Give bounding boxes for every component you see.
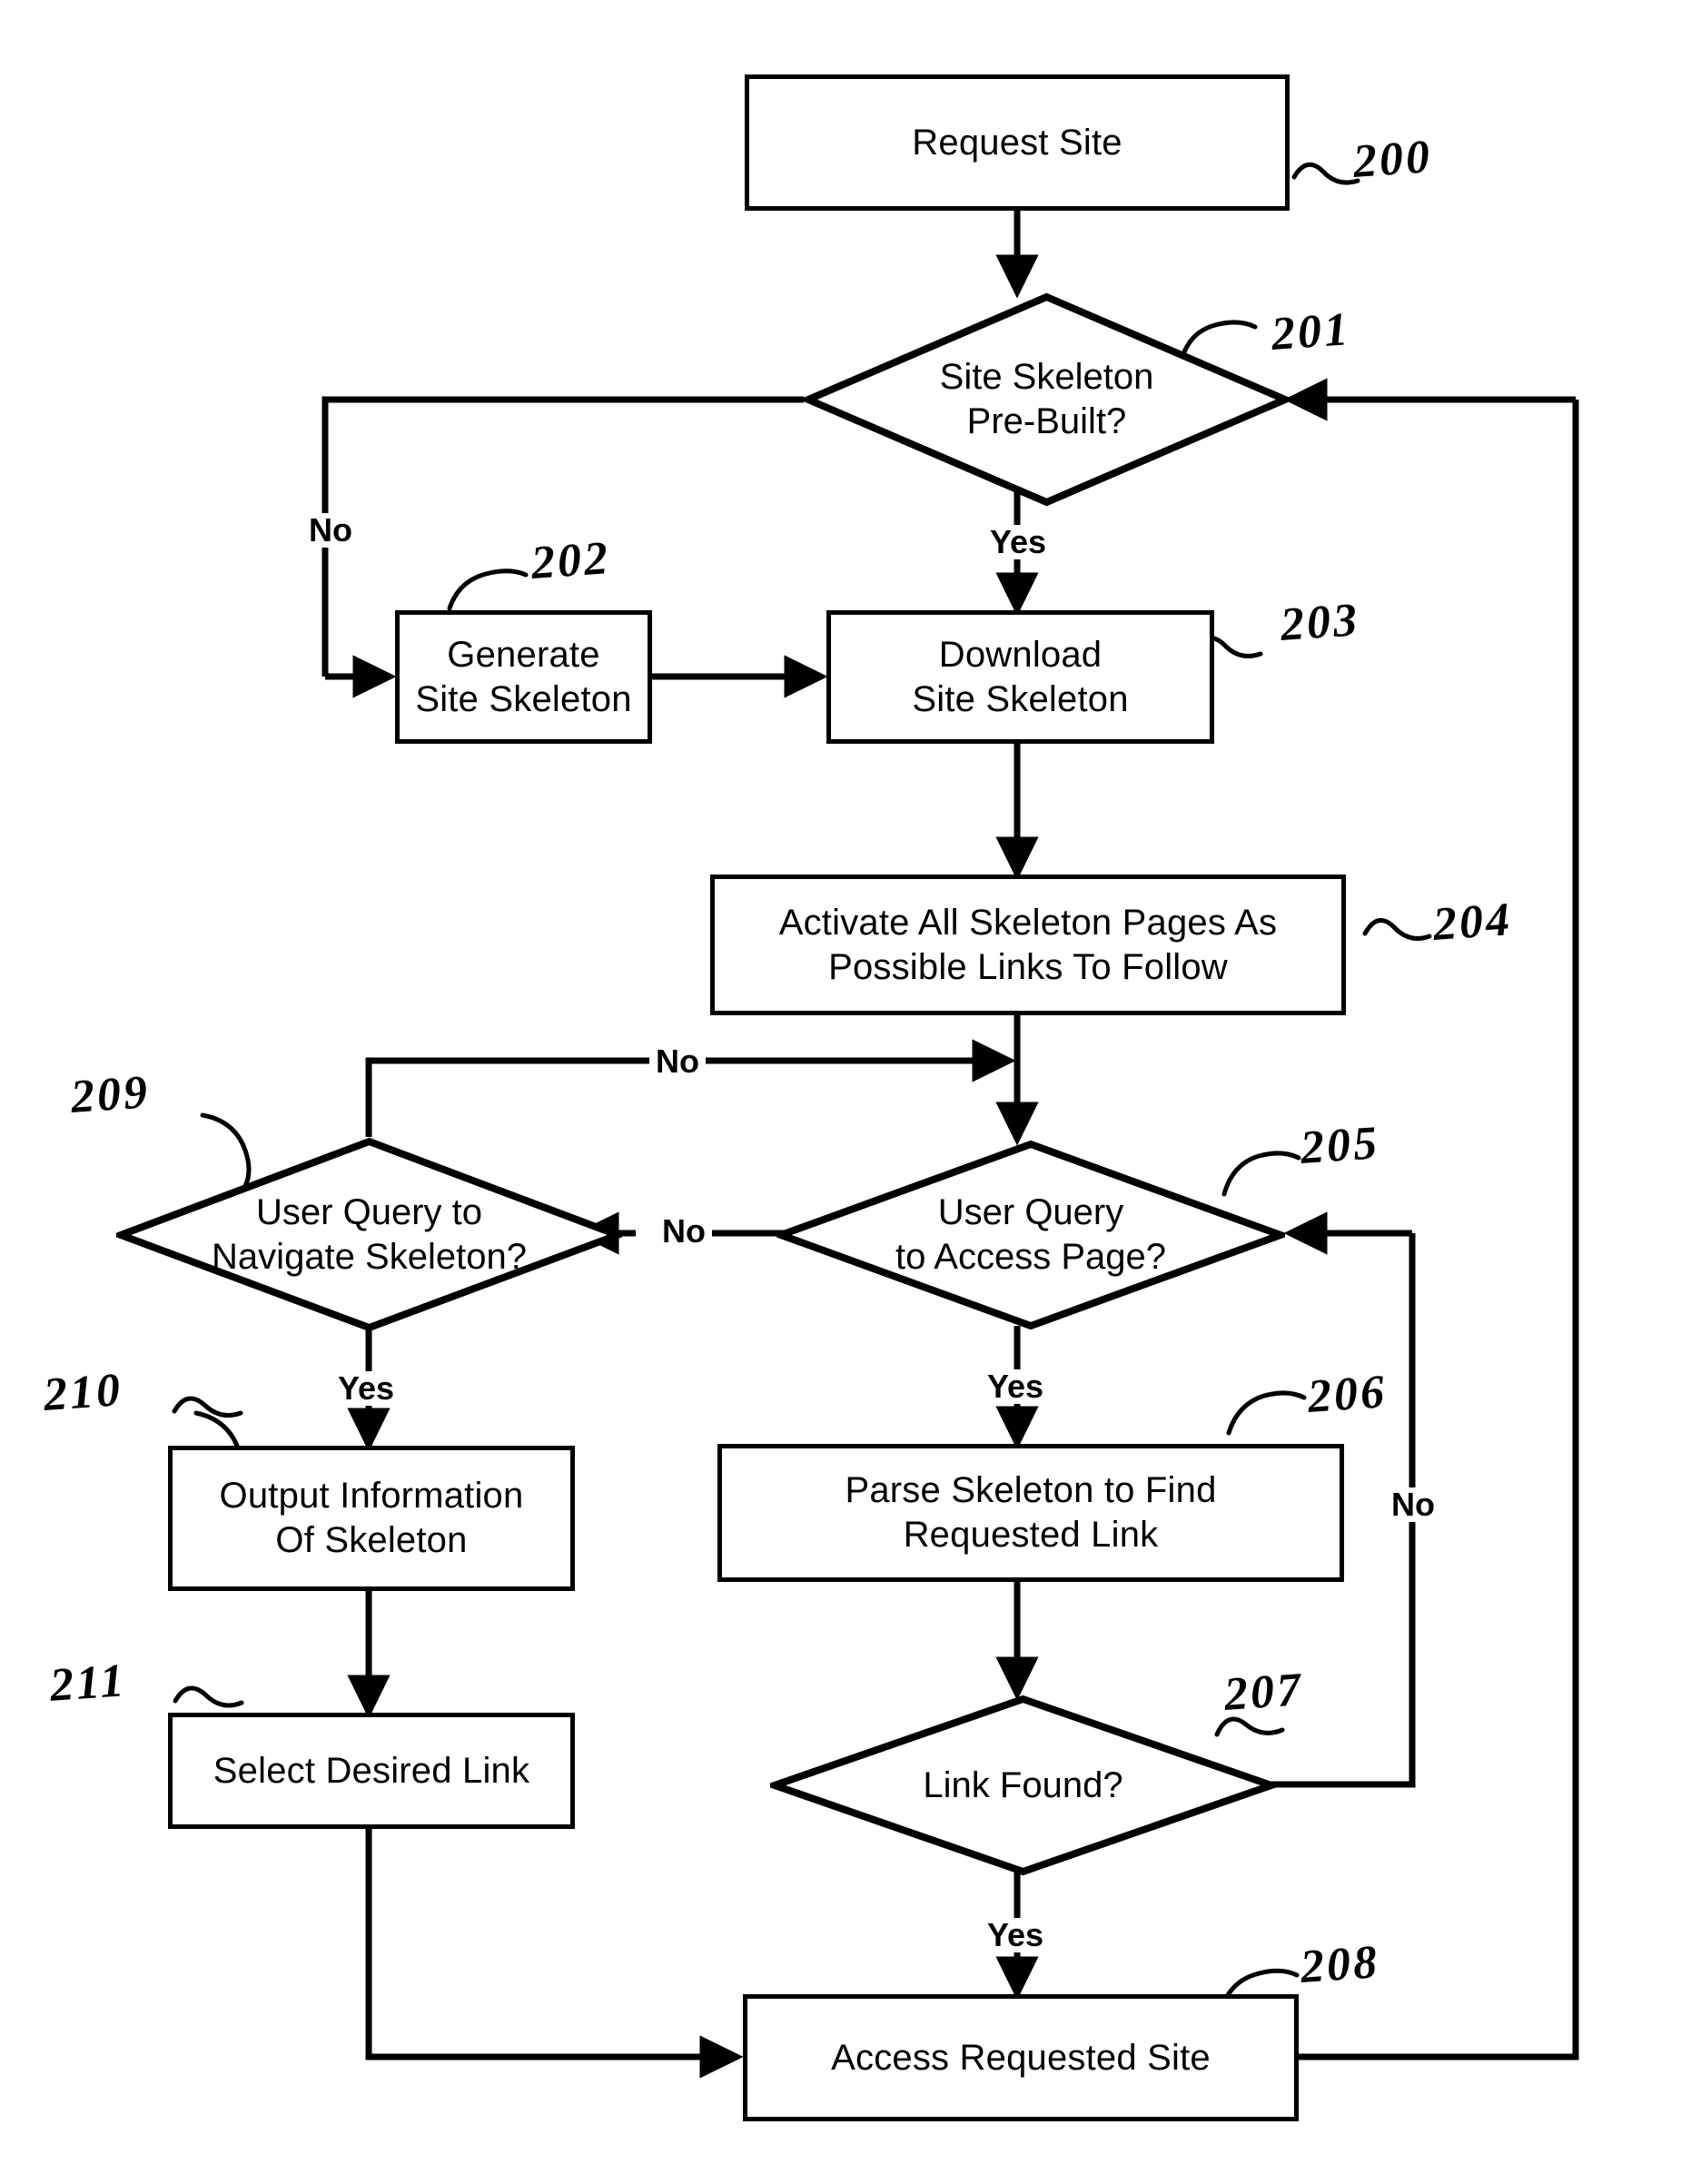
ref-numeral-204: 204 (1431, 894, 1514, 951)
node-user-query-navigate-skeleton-label: User Query to Navigate Skeleton? (212, 1191, 527, 1277)
ref-numeral-205: 205 (1299, 1117, 1381, 1174)
edge-label-prebuilt-yes: Yes (984, 525, 1053, 559)
node-activate-skeleton-pages[interactable]: Activate All Skeleton Pages As Possible … (710, 875, 1346, 1015)
ref-numeral-209: 209 (69, 1066, 152, 1123)
node-generate-site-skeleton-label: Generate Site Skeleton (415, 634, 632, 719)
edge-label-prebuilt-no: No (302, 513, 359, 548)
node-user-query-access-page-label: User Query to Access Page? (895, 1192, 1166, 1277)
node-output-information[interactable]: Output Information Of Skeleton (168, 1446, 575, 1591)
node-access-requested-site-label: Access Requested Site (831, 2037, 1211, 2078)
node-select-desired-link[interactable]: Select Desired Link (168, 1713, 575, 1829)
node-activate-skeleton-pages-label: Activate All Skeleton Pages As Possible … (778, 902, 1278, 987)
node-parse-skeleton[interactable]: Parse Skeleton to Find Requested Link (717, 1444, 1344, 1582)
edge-label-link-found-yes: Yes (981, 1918, 1051, 1952)
node-site-skeleton-prebuilt-label: Site Skeleton Pre-Built? (939, 357, 1154, 441)
node-access-requested-site[interactable]: Access Requested Site (743, 1994, 1299, 2121)
ref-numeral-210: 210 (42, 1364, 124, 1421)
edge-label-navigate-no: No (649, 1044, 706, 1079)
node-download-site-skeleton[interactable]: Download Site Skeleton (826, 610, 1214, 744)
edge-label-access-page-no: No (656, 1214, 712, 1249)
ref-numeral-202: 202 (529, 532, 612, 589)
ref-numeral-203: 203 (1279, 594, 1361, 651)
node-request-site[interactable]: Request Site (745, 74, 1290, 211)
ref-numeral-207: 207 (1222, 1664, 1305, 1721)
ref-numeral-201: 201 (1270, 303, 1352, 361)
node-request-site-label: Request Site (912, 122, 1122, 163)
node-link-found-label: Link Found? (923, 1764, 1123, 1805)
node-generate-site-skeleton[interactable]: Generate Site Skeleton (395, 610, 652, 744)
ref-numeral-211: 211 (48, 1655, 128, 1712)
flowchart-canvas: Request Site Site Skeleton Pre-Built? Ge… (0, 0, 1691, 2184)
ref-numeral-206: 206 (1306, 1366, 1389, 1423)
node-output-information-label: Output Information Of Skeleton (219, 1476, 524, 1560)
ref-numeral-200: 200 (1351, 131, 1434, 188)
edge-label-link-found-no: No (1385, 1487, 1441, 1522)
node-select-desired-link-label: Select Desired Link (213, 1750, 530, 1791)
edge-label-navigate-yes: Yes (331, 1371, 401, 1406)
edge-label-access-page-yes: Yes (981, 1369, 1051, 1404)
node-link-found[interactable]: Link Found? (763, 1695, 1283, 1876)
node-user-query-access-page[interactable]: User Query to Access Page? (770, 1140, 1291, 1330)
node-site-skeleton-prebuilt[interactable]: Site Skeleton Pre-Built? (798, 292, 1295, 507)
node-parse-skeleton-label: Parse Skeleton to Find Requested Link (845, 1470, 1217, 1555)
ref-numeral-208: 208 (1299, 1936, 1381, 1993)
node-user-query-navigate-skeleton[interactable]: User Query to Navigate Skeleton? (110, 1137, 628, 1332)
node-download-site-skeleton-label: Download Site Skeleton (912, 634, 1129, 719)
